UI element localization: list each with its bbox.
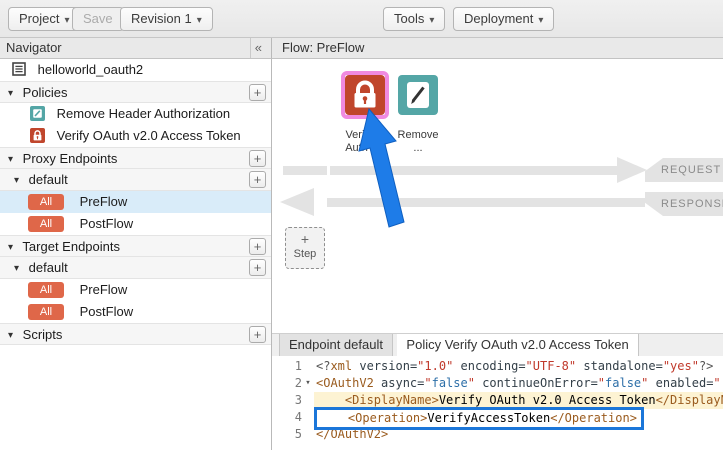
flow-title: Flow: PreFlow xyxy=(282,40,364,55)
annotation-highlight-box: <Operation>VerifyAccessToken</Operation> xyxy=(314,407,644,430)
tree-section-target-endpoints[interactable]: ▾ Target Endpoints + xyxy=(0,235,271,257)
response-bar xyxy=(327,198,645,207)
add-target-endpoint-button[interactable]: + xyxy=(249,238,266,255)
request-bar xyxy=(330,166,617,175)
fold-gutter xyxy=(302,409,314,426)
flow-canvas: Verify O Auth v... Remove ... REQUEST RE… xyxy=(272,59,723,333)
line-number: 3 xyxy=(272,392,302,409)
flow-condition-badge: All xyxy=(28,304,64,320)
navigator-header: Navigator « xyxy=(0,38,272,59)
chevron-down-icon[interactable]: ▾ xyxy=(8,149,13,171)
code-lines[interactable]: 1 <?xml version="1.0" encoding="UTF-8" st… xyxy=(272,356,723,450)
policy-remove-header-label: Remove ... xyxy=(388,129,448,155)
fold-gutter xyxy=(302,426,314,443)
pencil-icon xyxy=(398,75,438,115)
code-line-content[interactable]: <?xml version="1.0" encoding="UTF-8" sta… xyxy=(314,358,723,375)
tree-item-label: PreFlow xyxy=(80,194,128,209)
tree-subsection-label: default xyxy=(29,172,68,187)
tree-item-label: helloworld_oauth2 xyxy=(38,62,144,77)
editor-tabbar: Endpoint default Policy Verify OAuth v2.… xyxy=(272,334,723,356)
tree-item-proxy[interactable]: helloworld_oauth2 xyxy=(0,59,271,81)
code-line[interactable]: 4 <Operation>VerifyAccessToken</Operatio… xyxy=(272,409,723,426)
code-line-content[interactable]: <OAuthV2 async="false" continueOnError="… xyxy=(314,375,723,392)
chevron-down-icon[interactable]: ▾ xyxy=(8,237,13,259)
flow-condition-badge: All xyxy=(28,282,64,298)
tree-item-verify-oauth-policy[interactable]: Verify OAuth v2.0 Access Token xyxy=(0,125,271,147)
tree-section-label: Proxy Endpoints xyxy=(23,151,118,166)
tree-item-target-preflow[interactable]: All PreFlow xyxy=(0,279,271,301)
collapse-navigator-icon[interactable]: « xyxy=(250,38,266,58)
tree-section-label: Target Endpoints xyxy=(22,239,120,254)
chevron-down-icon[interactable]: ▾ xyxy=(8,83,13,105)
chevron-down-icon[interactable]: ▾ xyxy=(14,170,19,192)
line-number: 2 xyxy=(272,375,302,392)
tree-item-target-postflow[interactable]: All PostFlow xyxy=(0,301,271,323)
add-policy-button[interactable]: + xyxy=(249,84,266,101)
tree-item-label: Remove Header Authorization xyxy=(57,106,230,121)
request-bar-stub xyxy=(283,166,327,175)
tab-policy-verify-oauth[interactable]: Policy Verify OAuth v2.0 Access Token xyxy=(397,334,638,356)
tree-item-remove-header-policy[interactable]: Remove Header Authorization xyxy=(0,103,271,125)
line-number: 4 xyxy=(272,409,302,426)
code-editor-panel: Endpoint default Policy Verify OAuth v2.… xyxy=(272,333,723,450)
tree-item-label: PostFlow xyxy=(80,304,133,319)
response-arrowhead-icon xyxy=(280,188,314,216)
navigator-title: Navigator xyxy=(6,40,62,55)
proxy-list-icon xyxy=(12,61,26,83)
lock-icon xyxy=(30,128,45,143)
add-script-button[interactable]: + xyxy=(249,326,266,343)
tree-item-label: Verify OAuth v2.0 Access Token xyxy=(57,128,241,143)
tree-section-label: Scripts xyxy=(23,327,63,342)
project-menu-button[interactable]: Project xyxy=(8,7,81,31)
save-button[interactable]: Save xyxy=(72,7,124,31)
fold-toggle-icon[interactable]: ▾ xyxy=(302,375,314,392)
tree-item-proxy-preflow[interactable]: All PreFlow xyxy=(0,191,271,213)
chevron-down-icon[interactable]: ▾ xyxy=(14,258,19,280)
add-flow-button[interactable]: + xyxy=(249,259,266,276)
tree-item-label: PostFlow xyxy=(80,216,133,231)
fold-gutter xyxy=(302,358,314,375)
tree-section-proxy-endpoints[interactable]: ▾ Proxy Endpoints + xyxy=(0,147,271,169)
tree-item-label: PreFlow xyxy=(80,282,128,297)
flow-condition-badge: All xyxy=(28,216,64,232)
tree-subsection-label: default xyxy=(29,260,68,275)
request-arrowhead-icon xyxy=(617,157,647,183)
tree-subsection-default-target[interactable]: ▾ default + xyxy=(0,257,271,279)
tree-subsection-default-proxy[interactable]: ▾ default + xyxy=(0,169,271,191)
tree-item-proxy-postflow[interactable]: All PostFlow xyxy=(0,213,271,235)
add-step-button[interactable]: + Step xyxy=(285,227,325,269)
tree-section-scripts[interactable]: ▾ Scripts + xyxy=(0,323,271,345)
toolbar: Project Save Revision 1 Tools Deployment xyxy=(0,0,723,38)
tab-endpoint-default[interactable]: Endpoint default xyxy=(279,334,393,356)
policy-remove-header-node[interactable] xyxy=(398,75,438,115)
lock-icon xyxy=(345,75,385,115)
tools-menu-button[interactable]: Tools xyxy=(383,7,445,31)
add-proxy-endpoint-button[interactable]: + xyxy=(249,150,266,167)
chevron-down-icon[interactable]: ▾ xyxy=(8,325,13,347)
line-number: 1 xyxy=(272,358,302,375)
response-label: RESPONSE xyxy=(645,192,723,216)
policy-verify-oauth-label: Verify O Auth v... xyxy=(335,129,395,155)
tree-section-policies[interactable]: ▾ Policies + xyxy=(0,81,271,103)
flow-header: Flow: PreFlow xyxy=(272,38,723,59)
apigee-proxy-editor: Project Save Revision 1 Tools Deployment… xyxy=(0,0,723,450)
add-flow-button[interactable]: + xyxy=(249,171,266,188)
code-line-content[interactable]: <Operation>VerifyAccessToken</Operation> xyxy=(314,409,723,426)
line-number: 5 xyxy=(272,426,302,443)
code-line[interactable]: 2▾<OAuthV2 async="false" continueOnError… xyxy=(272,375,723,392)
pencil-icon xyxy=(30,106,45,121)
flow-condition-badge: All xyxy=(28,194,64,210)
request-label: REQUEST xyxy=(645,158,723,182)
navigator-panel: helloworld_oauth2 ▾ Policies + Remove He… xyxy=(0,59,272,450)
deployment-menu-button[interactable]: Deployment xyxy=(453,7,554,31)
plus-icon: + xyxy=(286,230,324,248)
revision-menu-button[interactable]: Revision 1 xyxy=(120,7,213,31)
policy-verify-oauth-node[interactable] xyxy=(341,71,389,119)
fold-gutter xyxy=(302,392,314,409)
code-line[interactable]: 1 <?xml version="1.0" encoding="UTF-8" st… xyxy=(272,358,723,375)
tree-section-label: Policies xyxy=(23,85,68,100)
